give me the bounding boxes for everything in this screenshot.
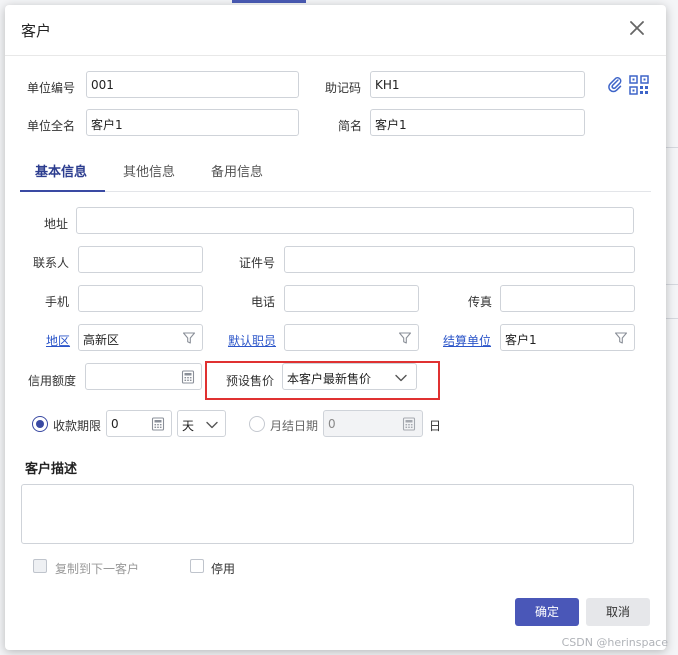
monthly-settle-value: 0 [328,417,336,431]
watermark: CSDN @herinspace [561,636,668,649]
preset-price-value: 本客户最新售价 [287,372,372,386]
copy-next-checkbox[interactable] [33,559,47,573]
attachment-icon[interactable] [606,75,624,93]
contact-label: 联系人 [33,256,70,270]
filter-icon[interactable] [182,331,196,345]
phone-label: 电话 [251,295,276,309]
description-title: 客户描述 [25,462,78,477]
full-name-value: 客户1 [91,118,123,132]
cancel-button[interactable]: 取消 [586,598,650,626]
default-staff-field[interactable] [284,324,419,351]
ok-button[interactable]: 确定 [515,598,579,626]
preset-price-select[interactable]: 本客户最新售价 [282,363,417,390]
background-divider [666,147,678,148]
address-label: 地址 [44,217,69,231]
short-name-field[interactable]: 客户1 [370,109,585,136]
settle-unit-value: 客户1 [505,333,537,347]
settle-unit-link[interactable]: 结算单位 [443,332,491,349]
unit-code-value: 001 [91,78,114,92]
credit-limit-field[interactable] [85,363,202,390]
unit-code-label: 单位编号 [27,81,76,95]
customer-dialog: 客户 单位编号 001 助记码 KH1 单位全名 客户1 简名 客户1 基本信息… [5,5,666,650]
payment-term-unit-value: 天 [182,419,195,433]
region-link[interactable]: 地区 [46,332,70,349]
mobile-field[interactable] [78,285,203,312]
id-number-field[interactable] [284,246,635,273]
mnemonic-field[interactable]: KH1 [370,71,585,98]
fax-field[interactable] [500,285,635,312]
tab-backup-info[interactable]: 备用信息 [211,161,263,180]
monthly-settle-unit: 日 [429,419,442,433]
monthly-settle-field[interactable]: 0 [323,410,423,437]
description-textarea[interactable] [21,484,634,544]
short-name-label: 简名 [338,119,363,133]
short-name-value: 客户1 [375,118,407,132]
disable-label: 停用 [211,562,236,576]
payment-term-field[interactable]: 0 [106,410,172,437]
monthly-settle-radio[interactable] [249,416,265,432]
monthly-settle-label: 月结日期 [270,419,319,433]
mobile-label: 手机 [45,295,70,309]
unit-code-field[interactable]: 001 [86,71,299,98]
payment-term-label: 收款期限 [53,419,102,433]
calculator-icon[interactable] [181,370,195,384]
fax-label: 传真 [468,295,493,309]
filter-icon[interactable] [614,331,628,345]
copy-next-label: 复制到下一客户 [55,562,140,576]
close-icon[interactable] [628,19,646,37]
payment-term-radio[interactable] [32,416,48,432]
disable-checkbox[interactable] [190,559,204,573]
credit-limit-label: 信用额度 [28,374,77,388]
full-name-field[interactable]: 客户1 [86,109,299,136]
id-number-label: 证件号 [239,256,276,270]
preset-price-label: 预设售价 [226,374,275,388]
background-divider [666,318,678,319]
chevron-down-icon[interactable] [205,418,219,432]
payment-term-value: 0 [111,417,119,431]
payment-term-unit-select[interactable]: 天 [177,410,226,437]
default-staff-link[interactable]: 默认职员 [228,332,276,349]
dialog-title: 客户 [21,22,52,40]
tab-other-info[interactable]: 其他信息 [123,161,175,180]
full-name-label: 单位全名 [27,119,76,133]
contact-field[interactable] [78,246,203,273]
filter-icon[interactable] [398,331,412,345]
tabs-divider [20,191,651,192]
background-divider [666,284,678,285]
settle-unit-field[interactable]: 客户1 [500,324,635,351]
region-field[interactable]: 高新区 [78,324,203,351]
tab-basic-info[interactable]: 基本信息 [35,161,87,180]
calculator-icon [402,417,416,431]
mnemonic-label: 助记码 [325,81,362,95]
dialog-header: 客户 [5,5,666,56]
background-tab-indicator [232,0,306,3]
mnemonic-value: KH1 [375,78,400,92]
calculator-icon[interactable] [151,417,165,431]
phone-field[interactable] [284,285,419,312]
qr-code-icon[interactable] [629,75,649,95]
address-field[interactable] [76,207,634,234]
chevron-down-icon[interactable] [394,371,408,385]
active-tab-indicator [20,190,105,192]
region-value: 高新区 [83,333,120,347]
